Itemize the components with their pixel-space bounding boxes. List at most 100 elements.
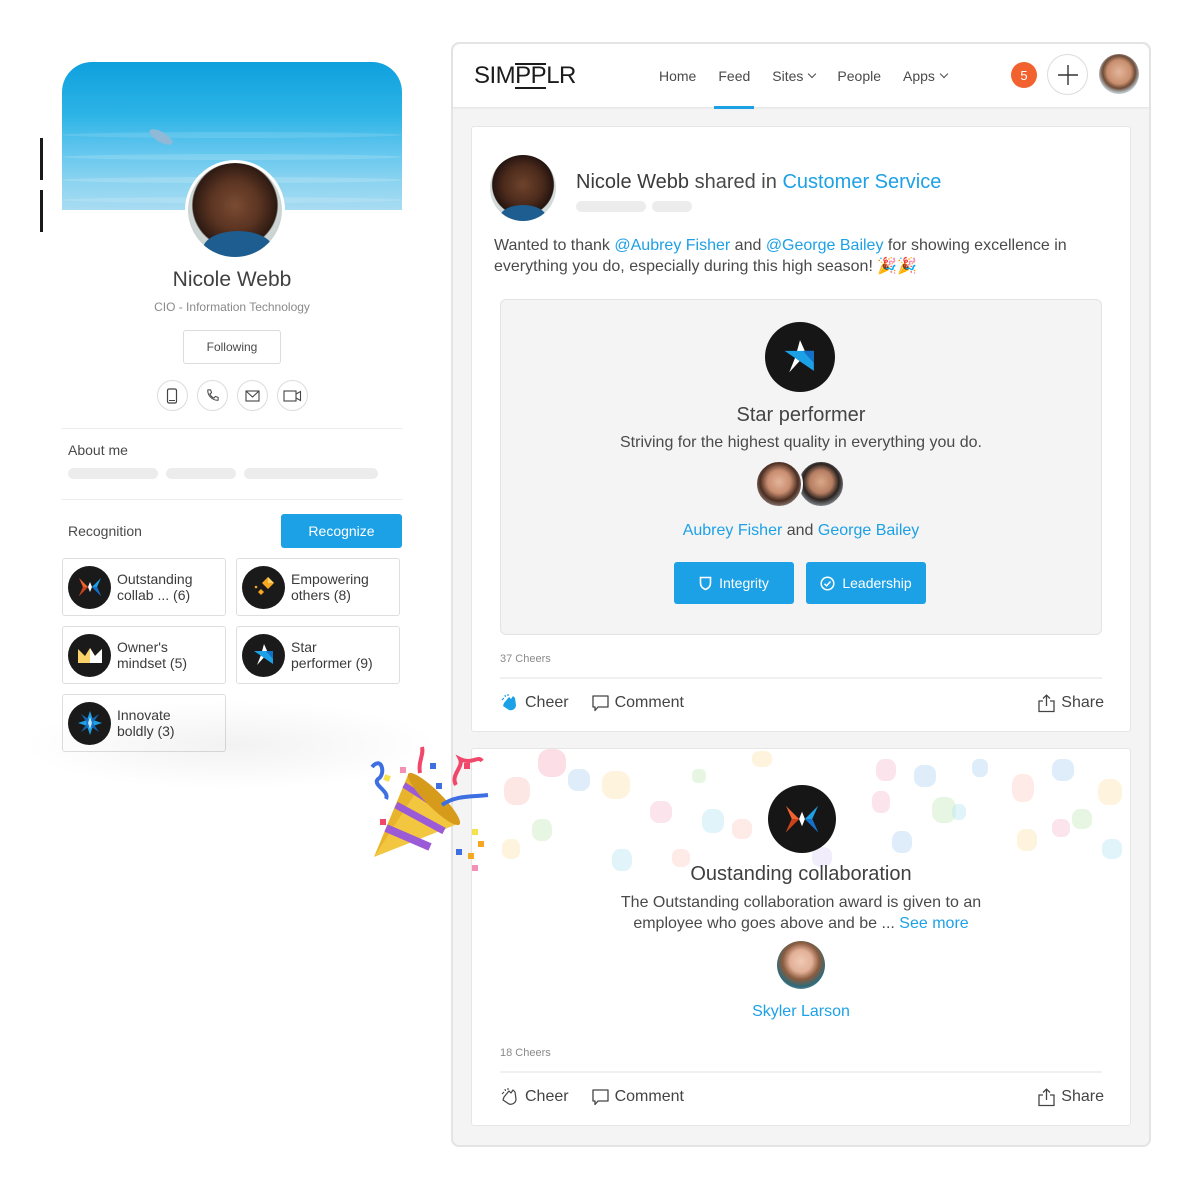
- share-button[interactable]: Share: [1037, 693, 1104, 713]
- shield-icon: [699, 576, 712, 590]
- post-body: Wanted to thank @Aubrey Fisher and @Geor…: [494, 237, 1067, 275]
- nav-home[interactable]: Home: [659, 44, 696, 108]
- badge-owners-mindset[interactable]: Owner's mindset (5): [62, 626, 226, 684]
- nav-people[interactable]: People: [837, 44, 881, 108]
- decorative-line: [40, 190, 43, 232]
- simpplr-logo[interactable]: SIMPPLR: [474, 62, 576, 90]
- add-button[interactable]: [1047, 54, 1088, 95]
- mention-link[interactable]: @George Bailey: [766, 237, 884, 254]
- recipient-link[interactable]: George Bailey: [818, 522, 919, 539]
- chevron-down-icon: [939, 69, 949, 79]
- badge-outstanding-collab[interactable]: Outstanding collab ... (6): [62, 558, 226, 616]
- recipient-avatar[interactable]: [797, 460, 845, 508]
- divider: [500, 1071, 1102, 1073]
- mobile-icon: [166, 387, 178, 404]
- cheers-count[interactable]: 37 Cheers: [500, 653, 551, 665]
- recipient-link[interactable]: Skyler Larson: [472, 1003, 1130, 1021]
- profile-name: Nicole Webb: [172, 268, 292, 291]
- collaboration-badge-icon: [68, 565, 111, 609]
- author-avatar[interactable]: [490, 155, 556, 221]
- top-navigation-bar: SIMPPLR Home Feed Sites People Apps 5: [453, 44, 1149, 109]
- divider: [500, 677, 1102, 679]
- star-badge-icon: [242, 633, 285, 677]
- notification-badge[interactable]: 5: [1011, 62, 1037, 88]
- award-title: Oustanding collaboration: [690, 863, 912, 885]
- badge-name: Empowering: [291, 571, 369, 587]
- profile-job-title: CIO - Information Technology: [154, 300, 310, 314]
- site-link[interactable]: Customer Service: [782, 171, 941, 193]
- recipient-names: Aubrey Fisher and George Bailey: [682, 522, 920, 539]
- about-section: About me: [62, 428, 402, 479]
- check-circle-icon: [820, 575, 835, 591]
- plus-icon: [1057, 64, 1078, 85]
- collaboration-icon: [768, 785, 836, 853]
- clapping-hands-icon: [501, 1088, 517, 1105]
- comment-icon: [591, 695, 609, 712]
- company-values: Integrity Leadership: [674, 562, 926, 604]
- cheers-count[interactable]: 18 Cheers: [500, 1047, 551, 1059]
- badge-star-performer[interactable]: Star performer (9): [236, 626, 400, 684]
- award-title: Star performer: [736, 404, 866, 426]
- post-header: Nicole Webb shared in Customer Service: [576, 171, 941, 194]
- share-icon: [1038, 1087, 1055, 1106]
- profile-card: Nicole Webb CIO - Information Technology…: [62, 62, 402, 752]
- mobile-button[interactable]: [156, 380, 188, 411]
- recipient-avatars: [755, 460, 847, 510]
- current-user-avatar[interactable]: [1099, 54, 1139, 94]
- recognize-button[interactable]: Recognize: [281, 514, 402, 548]
- see-more-link[interactable]: See more: [899, 915, 968, 932]
- video-call-button[interactable]: [276, 380, 308, 411]
- recognition-heading: Recognition: [68, 523, 142, 539]
- nav-feed[interactable]: Feed: [714, 44, 755, 109]
- comment-button[interactable]: Comment: [591, 1088, 684, 1106]
- value-integrity-button[interactable]: Integrity: [674, 562, 794, 604]
- about-placeholder: [62, 468, 402, 479]
- decorative-line: [40, 138, 43, 180]
- share-icon: [1038, 693, 1055, 712]
- recipient-link[interactable]: Aubrey Fisher: [683, 522, 783, 539]
- about-heading: About me: [68, 442, 128, 458]
- mention-link[interactable]: @Aubrey Fisher: [614, 237, 730, 254]
- badge-count: performer (9): [291, 655, 373, 671]
- profile-avatar[interactable]: [185, 160, 285, 260]
- nav-apps[interactable]: Apps: [903, 44, 949, 108]
- comment-button[interactable]: Comment: [591, 694, 684, 712]
- video-icon: [282, 389, 301, 402]
- badge-name: Star: [291, 639, 317, 655]
- recipient-avatar[interactable]: [777, 941, 825, 989]
- badge-empowering-others[interactable]: Empowering others (8): [236, 558, 400, 616]
- award-card: Star performer Striving for the highest …: [500, 299, 1102, 635]
- feed-post: Oustanding collaboration The Outstanding…: [471, 748, 1131, 1126]
- nav-sites[interactable]: Sites: [772, 44, 817, 108]
- badge-count: others (8): [291, 587, 351, 603]
- comment-icon: [591, 1089, 609, 1106]
- crown-badge-icon: [68, 633, 111, 677]
- badge-name: Outstanding: [117, 571, 193, 587]
- email-button[interactable]: [236, 380, 268, 411]
- mail-icon: [244, 389, 260, 402]
- contact-actions: [62, 380, 402, 411]
- following-button[interactable]: Following: [183, 330, 281, 364]
- value-leadership-button[interactable]: Leadership: [806, 562, 926, 604]
- badge-name: Owner's: [117, 639, 168, 655]
- star-performer-icon: [765, 322, 835, 392]
- phone-button[interactable]: [196, 380, 228, 411]
- feed-post: Nicole Webb shared in Customer Service W…: [471, 126, 1131, 732]
- award-description: Striving for the highest quality in ever…: [620, 434, 982, 451]
- app-window: SIMPPLR Home Feed Sites People Apps 5 Ni…: [451, 42, 1151, 1147]
- shared-in-text: shared in: [694, 171, 777, 193]
- badge-count: mindset (5): [117, 655, 188, 671]
- share-button[interactable]: Share: [1037, 1087, 1104, 1107]
- main-nav: Home Feed Sites People Apps: [659, 44, 969, 109]
- phone-icon: [206, 389, 219, 401]
- recipient-avatar[interactable]: [755, 460, 803, 508]
- post-meta-placeholder: [576, 201, 692, 212]
- cheer-button[interactable]: Cheer: [500, 1087, 569, 1107]
- clapping-hands-icon: [501, 694, 516, 711]
- post-actions: Cheer Comment Share: [500, 693, 1104, 713]
- chevron-down-icon: [808, 69, 817, 79]
- badge-count: collab ... (6): [117, 587, 191, 603]
- empowering-badge-icon: [242, 565, 285, 609]
- author-name[interactable]: Nicole Webb: [576, 171, 689, 193]
- cheer-button[interactable]: Cheer: [500, 693, 569, 713]
